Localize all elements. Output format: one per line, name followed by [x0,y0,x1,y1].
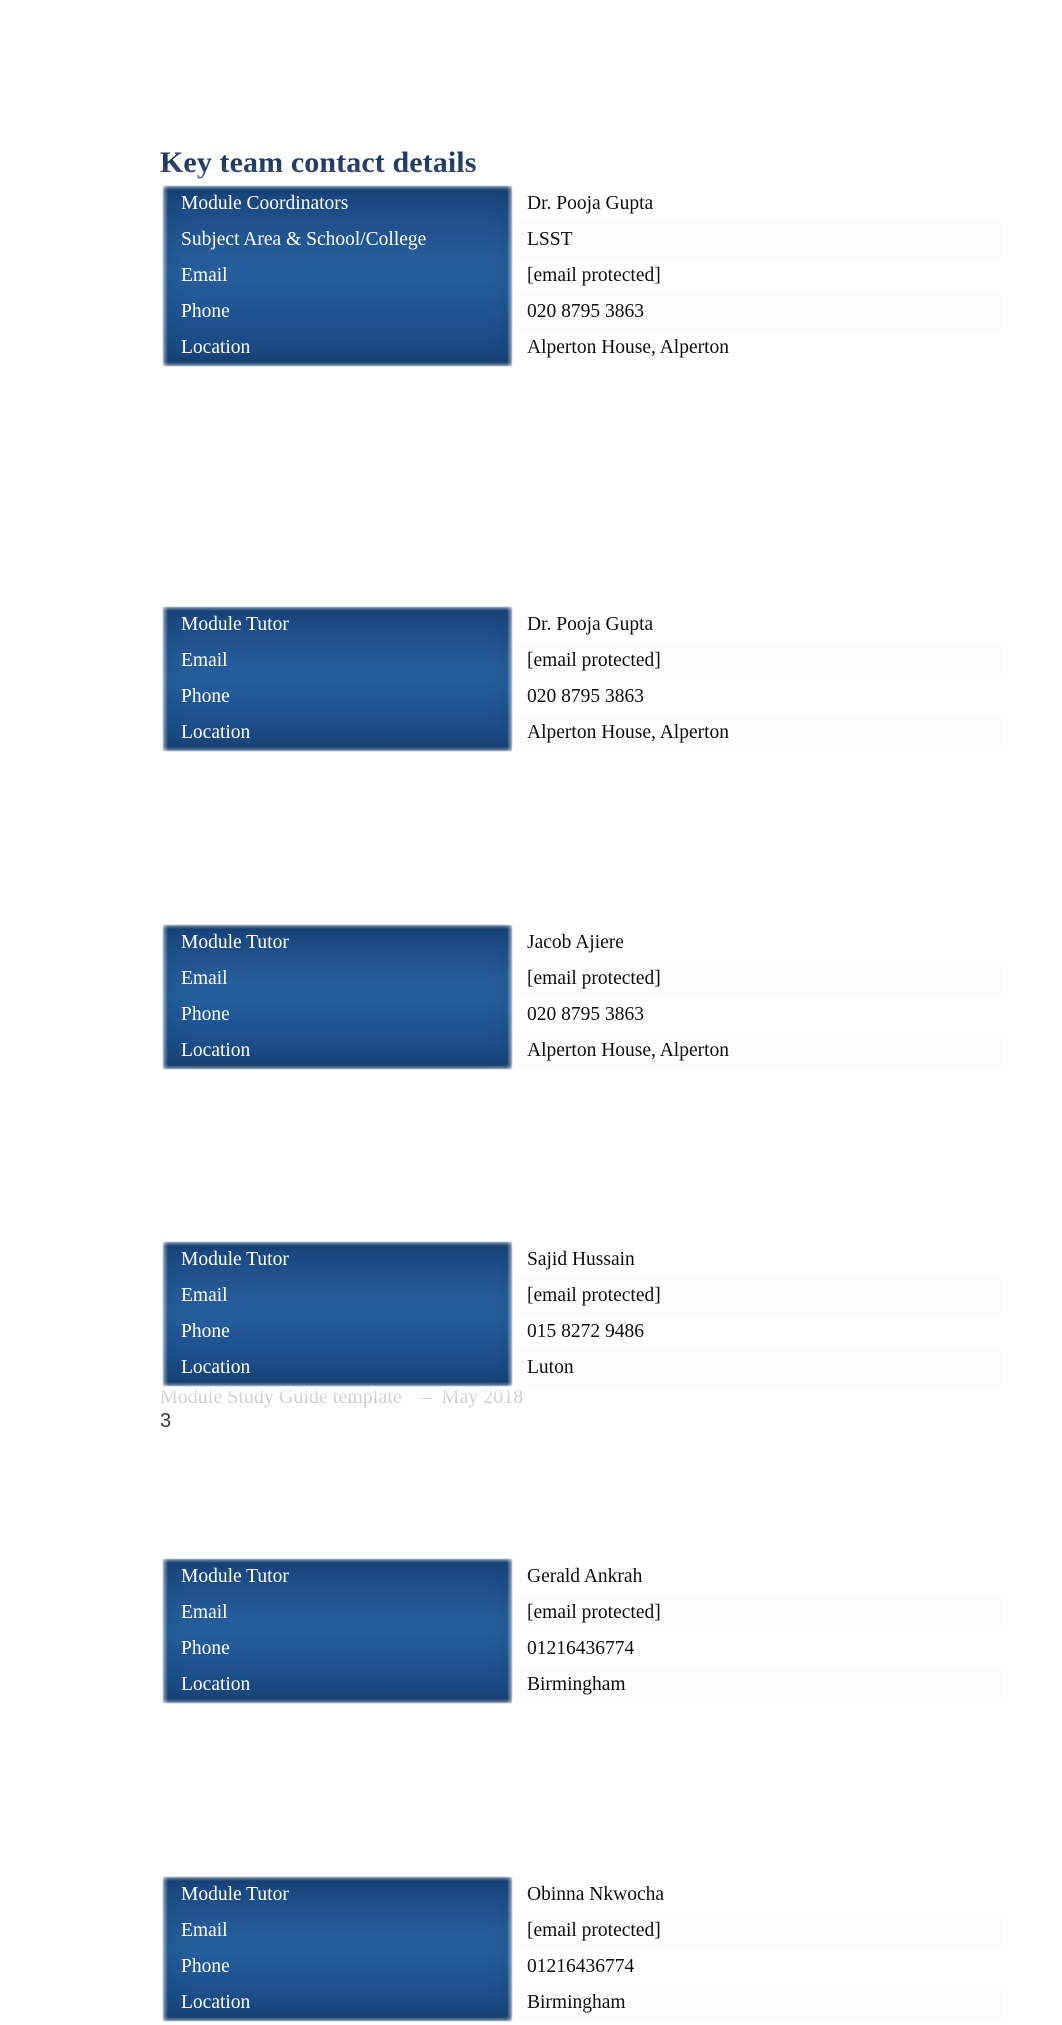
table-row: Module Tutor Obinna Nkwocha [163,1877,1001,1913]
row-label: Location [181,1040,251,1061]
footer-right-text: – May 2018 [421,1386,524,1408]
page-title: Key team contact details [160,146,477,180]
table-row: Location Birmingham [163,1667,1001,1703]
footer-text: Module Study Guide template – May 2018 [160,1384,860,1410]
table-row: Phone 01216436774 [163,1631,1001,1667]
row-value: [email protected] [512,1278,1001,1314]
row-value: [email protected] [512,961,1001,997]
row-value: Gerald Ankrah [512,1559,1001,1595]
row-label: Module Tutor [181,1566,289,1587]
row-value: Alperton House, Alperton [512,715,1001,751]
table-row: Subject Area & School/College LSST [163,222,1001,258]
row-label: Location [181,1357,251,1378]
row-value: 020 8795 3863 [512,679,1001,715]
row-label: Email [181,650,228,671]
page-number: 3 [160,1410,172,1432]
row-value: Dr. Pooja Gupta [512,186,1001,222]
row-value: 01216436774 [512,1631,1001,1667]
row-label: Email [181,1920,228,1941]
row-label: Phone [181,301,230,322]
table-row: Location Birmingham [163,1985,1001,2021]
table-row: Module Tutor Dr. Pooja Gupta [163,607,1001,643]
row-value: Birmingham [512,1985,1001,2021]
contact-block: Module Tutor Gerald Ankrah Email [email pro… [159,1555,1001,1707]
row-label: Phone [181,1004,230,1025]
row-value: Sajid Hussain [512,1242,1001,1278]
row-value: Jacob Ajiere [512,925,1001,961]
row-value: [email protected] [512,643,1001,679]
row-value: Dr. Pooja Gupta [512,607,1001,643]
row-value: 015 8272 9486 [512,1314,1001,1350]
row-label: Module Coordinators [181,193,349,214]
row-value: [email protected] [512,1595,1001,1631]
table-row: Location Alperton House, Alperton [163,1033,1001,1069]
table-row: Module Coordinators Dr. Pooja Gupta [163,186,1001,222]
row-value: [email protected] [512,1913,1001,1949]
row-label: Location [181,1674,251,1695]
row-value: Luton [512,1350,1001,1386]
row-value: Alperton House, Alperton [512,1033,1001,1069]
row-label: Module Tutor [181,1249,289,1270]
row-value: 01216436774 [512,1949,1001,1985]
table-row: Email [email protected] [163,258,1001,294]
row-label: Module Tutor [181,932,289,953]
table-row: Module Tutor Gerald Ankrah [163,1559,1001,1595]
row-label: Location [181,337,251,358]
row-label: Phone [181,1321,230,1342]
contact-block: Module Coordinators Dr. Pooja Gupta Subjec… [159,182,1001,370]
footer-gap [402,1386,422,1408]
contact-blocks-container: Module Coordinators Dr. Pooja Gupta Subjec… [0,0,1062,2025]
row-label: Subject Area & School/College [181,229,427,250]
row-label: Module Tutor [181,1884,289,1905]
row-label: Location [181,722,251,743]
table-row: Module Tutor Sajid Hussain [163,1242,1001,1278]
table-row: Phone 020 8795 3863 [163,997,1001,1033]
contact-block: Module Tutor Sajid Hussain Email [email pro… [159,1238,1001,1390]
row-label: Email [181,1285,228,1306]
row-value: LSST [512,222,1001,258]
row-label: Email [181,265,228,286]
row-value: 020 8795 3863 [512,997,1001,1033]
table-row: Location Alperton House, Alperton [163,330,1001,366]
table-row: Phone 015 8272 9486 [163,1314,1001,1350]
table-row: Phone 01216436774 [163,1949,1001,1985]
table-row: Module Tutor Jacob Ajiere [163,925,1001,961]
row-label: Email [181,968,228,989]
row-label: Location [181,1992,251,2013]
contact-block: Module Tutor Jacob Ajiere Email [email prot… [159,921,1001,1073]
table-row: Email [email protected] [163,1595,1001,1631]
row-label: Email [181,1602,228,1623]
table-row: Location Alperton House, Alperton [163,715,1001,751]
row-value: Birmingham [512,1667,1001,1703]
table-row: Phone 020 8795 3863 [163,679,1001,715]
row-label: Module Tutor [181,614,289,635]
table-row: Email [email protected] [163,1913,1001,1949]
row-label: Phone [181,1638,230,1659]
footer: Module Study Guide template – May 2018 [160,1384,860,1410]
footer-left-text: Module Study Guide template [160,1386,402,1408]
table-row: Phone 020 8795 3863 [163,294,1001,330]
row-value: Obinna Nkwocha [512,1877,1001,1913]
row-value: 020 8795 3863 [512,294,1001,330]
table-row: Email [email protected] [163,961,1001,997]
row-value: Alperton House, Alperton [512,330,1001,366]
table-row: Email [email protected] [163,1278,1001,1314]
row-label: Phone [181,686,230,707]
document-page: Key team contact details Module Coordina… [0,0,1062,2025]
row-label: Phone [181,1956,230,1977]
contact-block: Module Tutor Obinna Nkwocha Email [email pr… [159,1873,1001,2025]
row-value: [email protected] [512,258,1001,294]
table-row: Email [email protected] [163,643,1001,679]
table-row: Location Luton [163,1350,1001,1386]
contact-block: Module Tutor Dr. Pooja Gupta Email [email p… [159,603,1001,755]
